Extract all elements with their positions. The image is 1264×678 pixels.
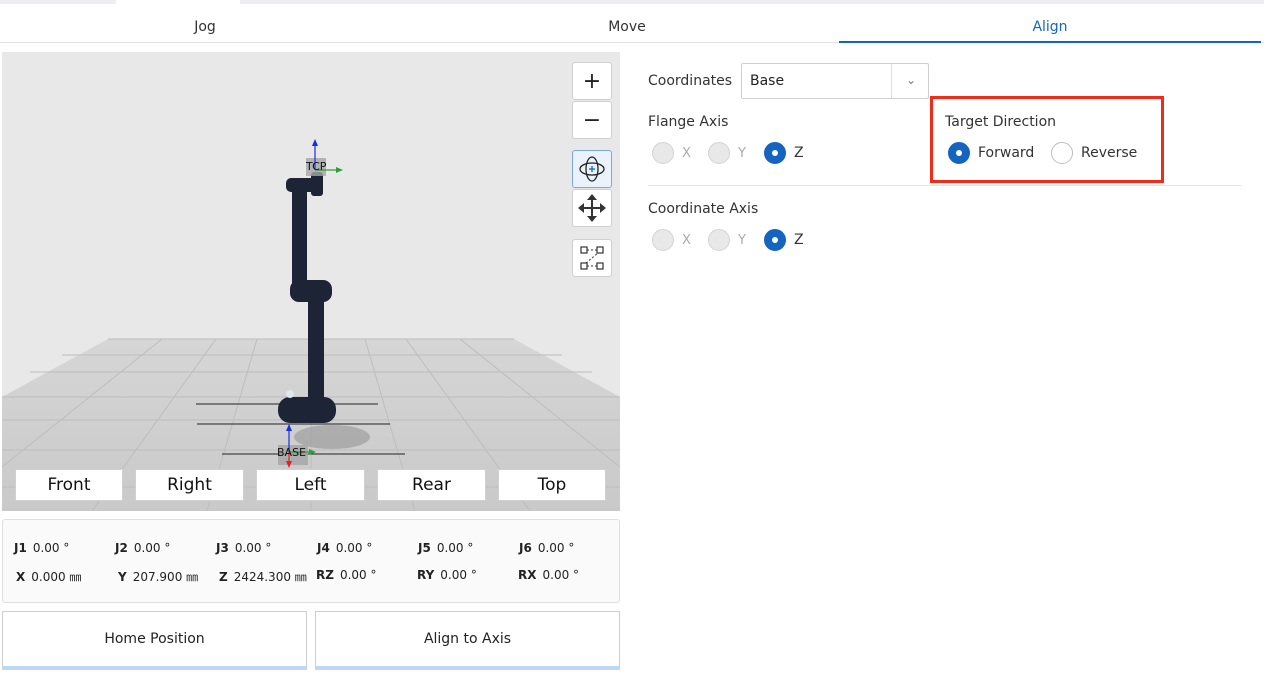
align-to-axis-button[interactable]: Align to Axis [315,611,620,670]
view-left-button[interactable]: Left [256,469,365,501]
tab-jog[interactable]: Jog [0,10,410,43]
fit-view-button[interactable] [572,239,612,277]
view-right-button[interactable]: Right [135,469,244,501]
joint-j1: J1 0.00 ° [14,541,70,555]
pose-y: Y 207.900 ㎜ [118,570,199,584]
tcp-y-arrow [336,167,343,173]
flange-axis-z-radio[interactable]: Z [764,142,804,164]
joint-j6: J6 0.00 ° [519,541,575,555]
radio-circle [652,229,674,251]
view-top-button[interactable]: Top [498,469,606,501]
pose-rz: RZ 0.00 ° [316,568,377,582]
tab-move[interactable]: Move [420,10,834,43]
radio-circle [708,142,730,164]
pose-row: X 0.000 ㎜ Y 207.900 ㎜ Z 2424.300 ㎜ RZ 0.00 °… [3,568,621,584]
joint-j5: J5 0.00 ° [418,541,474,555]
radio-label: X [682,232,691,248]
tcp-label: TCP [305,160,327,173]
zoom-out-button[interactable]: − [572,101,612,139]
coordinates-value: Base [750,73,785,89]
robot-base-light [286,390,294,398]
radio-circle [764,229,786,251]
tab-bar: Jog Move Align [0,10,1264,44]
home-position-button[interactable]: Home Position [2,611,307,670]
coordinates-select[interactable]: Base ⌄ [741,63,929,99]
radio-label: Z [794,145,804,161]
coordinates-label: Coordinates [648,73,733,89]
orbit-icon [579,156,605,182]
tcp-z-arrow [312,139,318,146]
pose-rx: RX 0.00 ° [518,568,580,582]
robot-3d-viewport[interactable]: TCP BASE + − [2,52,620,511]
radio-label: Y [738,145,746,161]
target-direction-highlight [930,96,1164,183]
select-divider [891,64,892,98]
radio-circle [708,229,730,251]
pan-button[interactable] [572,189,612,227]
align-settings-panel: Coordinates Base ⌄ Flange Axis X Y Z Tar… [640,52,1260,672]
view-rear-button[interactable]: Rear [377,469,486,501]
top-strip [0,0,1264,4]
pose-x: X 0.000 ㎜ [16,570,82,584]
joint-j2: J2 0.00 ° [115,541,171,555]
radio-label: Z [794,232,804,248]
coordinate-axis-y-radio[interactable]: Y [708,229,746,251]
radio-label: Y [738,232,746,248]
radio-circle [764,142,786,164]
section-divider [648,185,1241,186]
robot-scene: TCP BASE [2,139,620,511]
coordinate-axis-x-radio[interactable]: X [652,229,691,251]
joint-readout-panel: J1 0.00 ° J2 0.00 ° J3 0.00 ° J4 0.00 ° J5 0.… [2,519,620,603]
pose-z: Z 2424.300 ㎜ [219,570,307,584]
zoom-in-button[interactable]: + [572,62,612,100]
flange-axis-label: Flange Axis [648,114,729,130]
chevron-down-icon: ⌄ [905,73,916,87]
fit-view-icon [580,246,604,270]
tab-active-indicator [839,41,1261,43]
pose-ry: RY 0.00 ° [417,568,477,582]
coordinate-axis-z-radio[interactable]: Z [764,229,804,251]
joint-j4: J4 0.00 ° [317,541,373,555]
pan-arrows-icon [578,194,606,222]
joint-j3: J3 0.00 ° [216,541,272,555]
flange-axis-y-radio[interactable]: Y [708,142,746,164]
top-strip-segment [116,0,240,4]
radio-label: X [682,145,691,161]
base-label: BASE [277,446,306,459]
joint-row: J1 0.00 ° J2 0.00 ° J3 0.00 ° J4 0.00 ° J5 0.… [3,541,621,557]
coordinate-axis-label: Coordinate Axis [648,201,759,217]
flange-axis-x-radio[interactable]: X [652,142,691,164]
orbit-button[interactable] [572,150,612,188]
radio-circle [652,142,674,164]
tab-align[interactable]: Align [839,10,1261,43]
view-front-button[interactable]: Front [15,469,123,501]
